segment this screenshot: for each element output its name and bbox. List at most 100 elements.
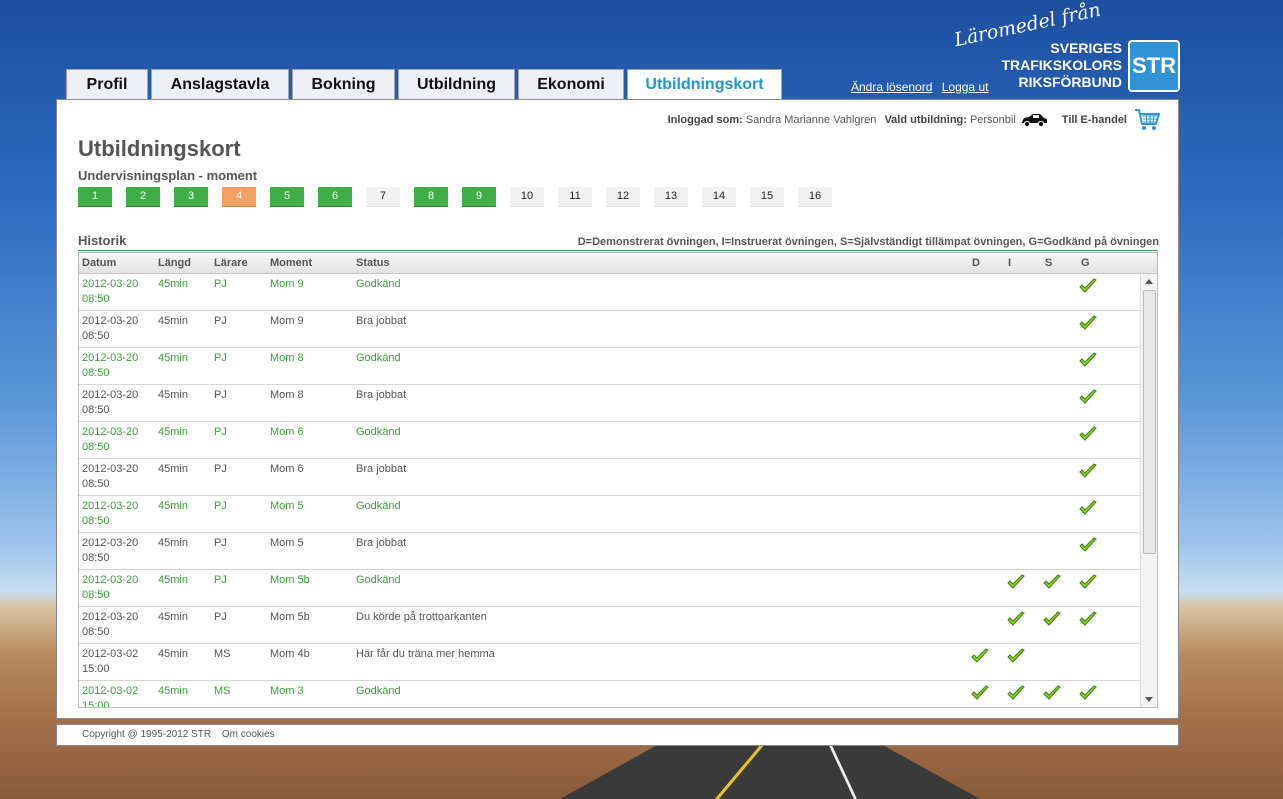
check-g-icon — [1079, 611, 1097, 627]
tab-bokning[interactable]: Bokning — [292, 69, 395, 99]
table-row[interactable]: 2012-03-20 08:50 45min PJ Mom 8 Bra jobbat — [79, 385, 1141, 422]
change-password-link[interactable]: Ändra lösenord — [851, 80, 932, 94]
cell-date: 2012-03-20 — [82, 315, 139, 327]
tab-utbildning[interactable]: Utbildning — [398, 69, 515, 99]
moment-8[interactable]: 8 — [414, 187, 448, 207]
cell-datum: 2012-03-02 15:00 — [82, 647, 138, 677]
cell-moment: Mom 5b — [270, 574, 310, 586]
cell-larare: PJ — [214, 463, 227, 475]
table-row[interactable]: 2012-03-20 08:50 45min PJ Mom 5b Godkänd — [79, 570, 1141, 607]
tab-ekonomi[interactable]: Ekonomi — [518, 69, 624, 99]
cell-larare: PJ — [214, 537, 227, 549]
main-panel: Inloggad som: Sandra Marianne Vahlgren V… — [56, 99, 1179, 719]
cell-moment: Mom 5b — [270, 611, 310, 623]
moment-5[interactable]: 5 — [270, 187, 304, 207]
cart-icon[interactable] — [1134, 108, 1160, 132]
cell-time: 08:50 — [82, 367, 110, 379]
cell-langd: 45min — [158, 278, 188, 290]
cell-time: 08:50 — [82, 552, 110, 564]
table-row[interactable]: 2012-03-20 08:50 45min PJ Mom 5 Godkänd — [79, 496, 1141, 533]
cell-date: 2012-03-20 — [82, 611, 139, 623]
check-i-icon — [1007, 611, 1025, 627]
logo-box: STR — [1128, 40, 1180, 92]
table-row[interactable]: 2012-03-02 15:00 45min MS Mom 4b Här får du t… — [79, 644, 1141, 681]
grid-scrollbar[interactable] — [1140, 274, 1157, 707]
tab-anslagstavla[interactable]: Anslagstavla — [151, 69, 289, 99]
col-i[interactable]: I — [1008, 257, 1011, 269]
moment-7[interactable]: 7 — [366, 187, 400, 207]
check-g-icon — [1079, 537, 1097, 553]
moment-14[interactable]: 14 — [702, 187, 736, 207]
col-g[interactable]: G — [1081, 257, 1090, 269]
table-row[interactable]: 2012-03-20 08:50 45min PJ Mom 9 Godkänd — [79, 274, 1141, 311]
check-s-icon — [1043, 574, 1061, 590]
cell-status: Bra jobbat — [356, 537, 407, 549]
cell-date: 2012-03-20 — [82, 278, 139, 290]
cell-date: 2012-03-20 — [82, 537, 139, 549]
scroll-thumb[interactable] — [1143, 290, 1156, 554]
shop-link[interactable]: Till E-handel — [1062, 114, 1127, 126]
logo-text: SVERIGES TRAFIKSKOLORS RIKSFÖRBUND — [1001, 40, 1122, 91]
moment-10[interactable]: 10 — [510, 187, 544, 207]
col-s[interactable]: S — [1045, 257, 1052, 269]
col-status[interactable]: Status — [356, 257, 390, 269]
cell-moment: Mom 6 — [270, 426, 304, 438]
tab-profil[interactable]: Profil — [66, 69, 148, 99]
cell-datum: 2012-03-20 08:50 — [82, 425, 138, 455]
cell-time: 08:50 — [82, 589, 110, 601]
moment-11[interactable]: 11 — [558, 187, 592, 207]
cell-date: 2012-03-20 — [82, 389, 139, 401]
col-moment[interactable]: Moment — [270, 257, 312, 269]
logout-link[interactable]: Logga ut — [942, 80, 989, 94]
footer: Copyright @ 1995-2012 STR Om cookies — [56, 724, 1179, 746]
cell-langd: 45min — [158, 537, 188, 549]
cell-moment: Mom 5 — [270, 500, 304, 512]
tab-utbildningskort[interactable]: Utbildningskort — [627, 69, 782, 99]
moment-9[interactable]: 9 — [462, 187, 496, 207]
moment-1[interactable]: 1 — [78, 187, 112, 207]
cell-moment: Mom 5 — [270, 537, 304, 549]
moment-4[interactable]: 4 — [222, 187, 256, 207]
cell-status: Bra jobbat — [356, 463, 407, 475]
table-row[interactable]: 2012-03-20 08:50 45min PJ Mom 8 Godkänd — [79, 348, 1141, 385]
cell-moment: Mom 8 — [270, 352, 304, 364]
col-larare[interactable]: Lärare — [214, 257, 248, 269]
logged-in-user: Sandra Marianne Vahlgren — [745, 114, 877, 126]
cell-date: 2012-03-20 — [82, 426, 139, 438]
table-row[interactable]: 2012-03-20 08:50 45min PJ Mom 5b Du körde på … — [79, 607, 1141, 644]
table-row[interactable]: 2012-03-20 08:50 45min PJ Mom 9 Bra jobbat — [79, 311, 1141, 348]
education-value: Personbil — [969, 114, 1016, 126]
grid-body: 2012-03-20 08:50 45min PJ Mom 9 Godkänd 2012-0… — [79, 274, 1141, 707]
table-row[interactable]: 2012-03-02 15:00 45min MS Mom 3 Godkänd — [79, 681, 1141, 707]
history-divider — [78, 250, 1158, 251]
cookies-link[interactable]: Om cookies — [222, 729, 275, 740]
col-d[interactable]: D — [972, 257, 980, 269]
moment-13[interactable]: 13 — [654, 187, 688, 207]
scroll-down-icon[interactable] — [1145, 697, 1153, 702]
cell-status: Bra jobbat — [356, 315, 407, 327]
table-row[interactable]: 2012-03-20 08:50 45min PJ Mom 5 Bra jobbat — [79, 533, 1141, 570]
table-row[interactable]: 2012-03-20 08:50 45min PJ Mom 6 Godkänd — [79, 422, 1141, 459]
table-row[interactable]: 2012-03-20 08:50 45min PJ Mom 6 Bra jobbat — [79, 459, 1141, 496]
moment-12[interactable]: 12 — [606, 187, 640, 207]
moment-list: 1 2 3 4 5 6 7 8 9 10 11 12 13 14 15 16 — [78, 187, 846, 207]
cell-datum: 2012-03-20 08:50 — [82, 277, 138, 307]
moment-16[interactable]: 16 — [798, 187, 832, 207]
cell-moment: Mom 3 — [270, 685, 304, 697]
cell-time: 08:50 — [82, 478, 110, 490]
cell-status: Godkänd — [356, 574, 401, 586]
col-datum[interactable]: Datum — [82, 257, 116, 269]
cell-larare: PJ — [214, 611, 227, 623]
cell-larare: PJ — [214, 278, 227, 290]
col-langd[interactable]: Längd — [158, 257, 191, 269]
cell-time: 15:00 — [82, 700, 110, 707]
moment-3[interactable]: 3 — [174, 187, 208, 207]
check-g-icon — [1079, 352, 1097, 368]
cell-moment: Mom 9 — [270, 315, 304, 327]
scroll-up-icon[interactable] — [1145, 279, 1153, 284]
moment-15[interactable]: 15 — [750, 187, 784, 207]
cell-datum: 2012-03-20 08:50 — [82, 573, 138, 603]
moment-2[interactable]: 2 — [126, 187, 160, 207]
main-tabs: Profil Anslagstavla Bokning Utbildning E… — [66, 69, 785, 100]
moment-6[interactable]: 6 — [318, 187, 352, 207]
